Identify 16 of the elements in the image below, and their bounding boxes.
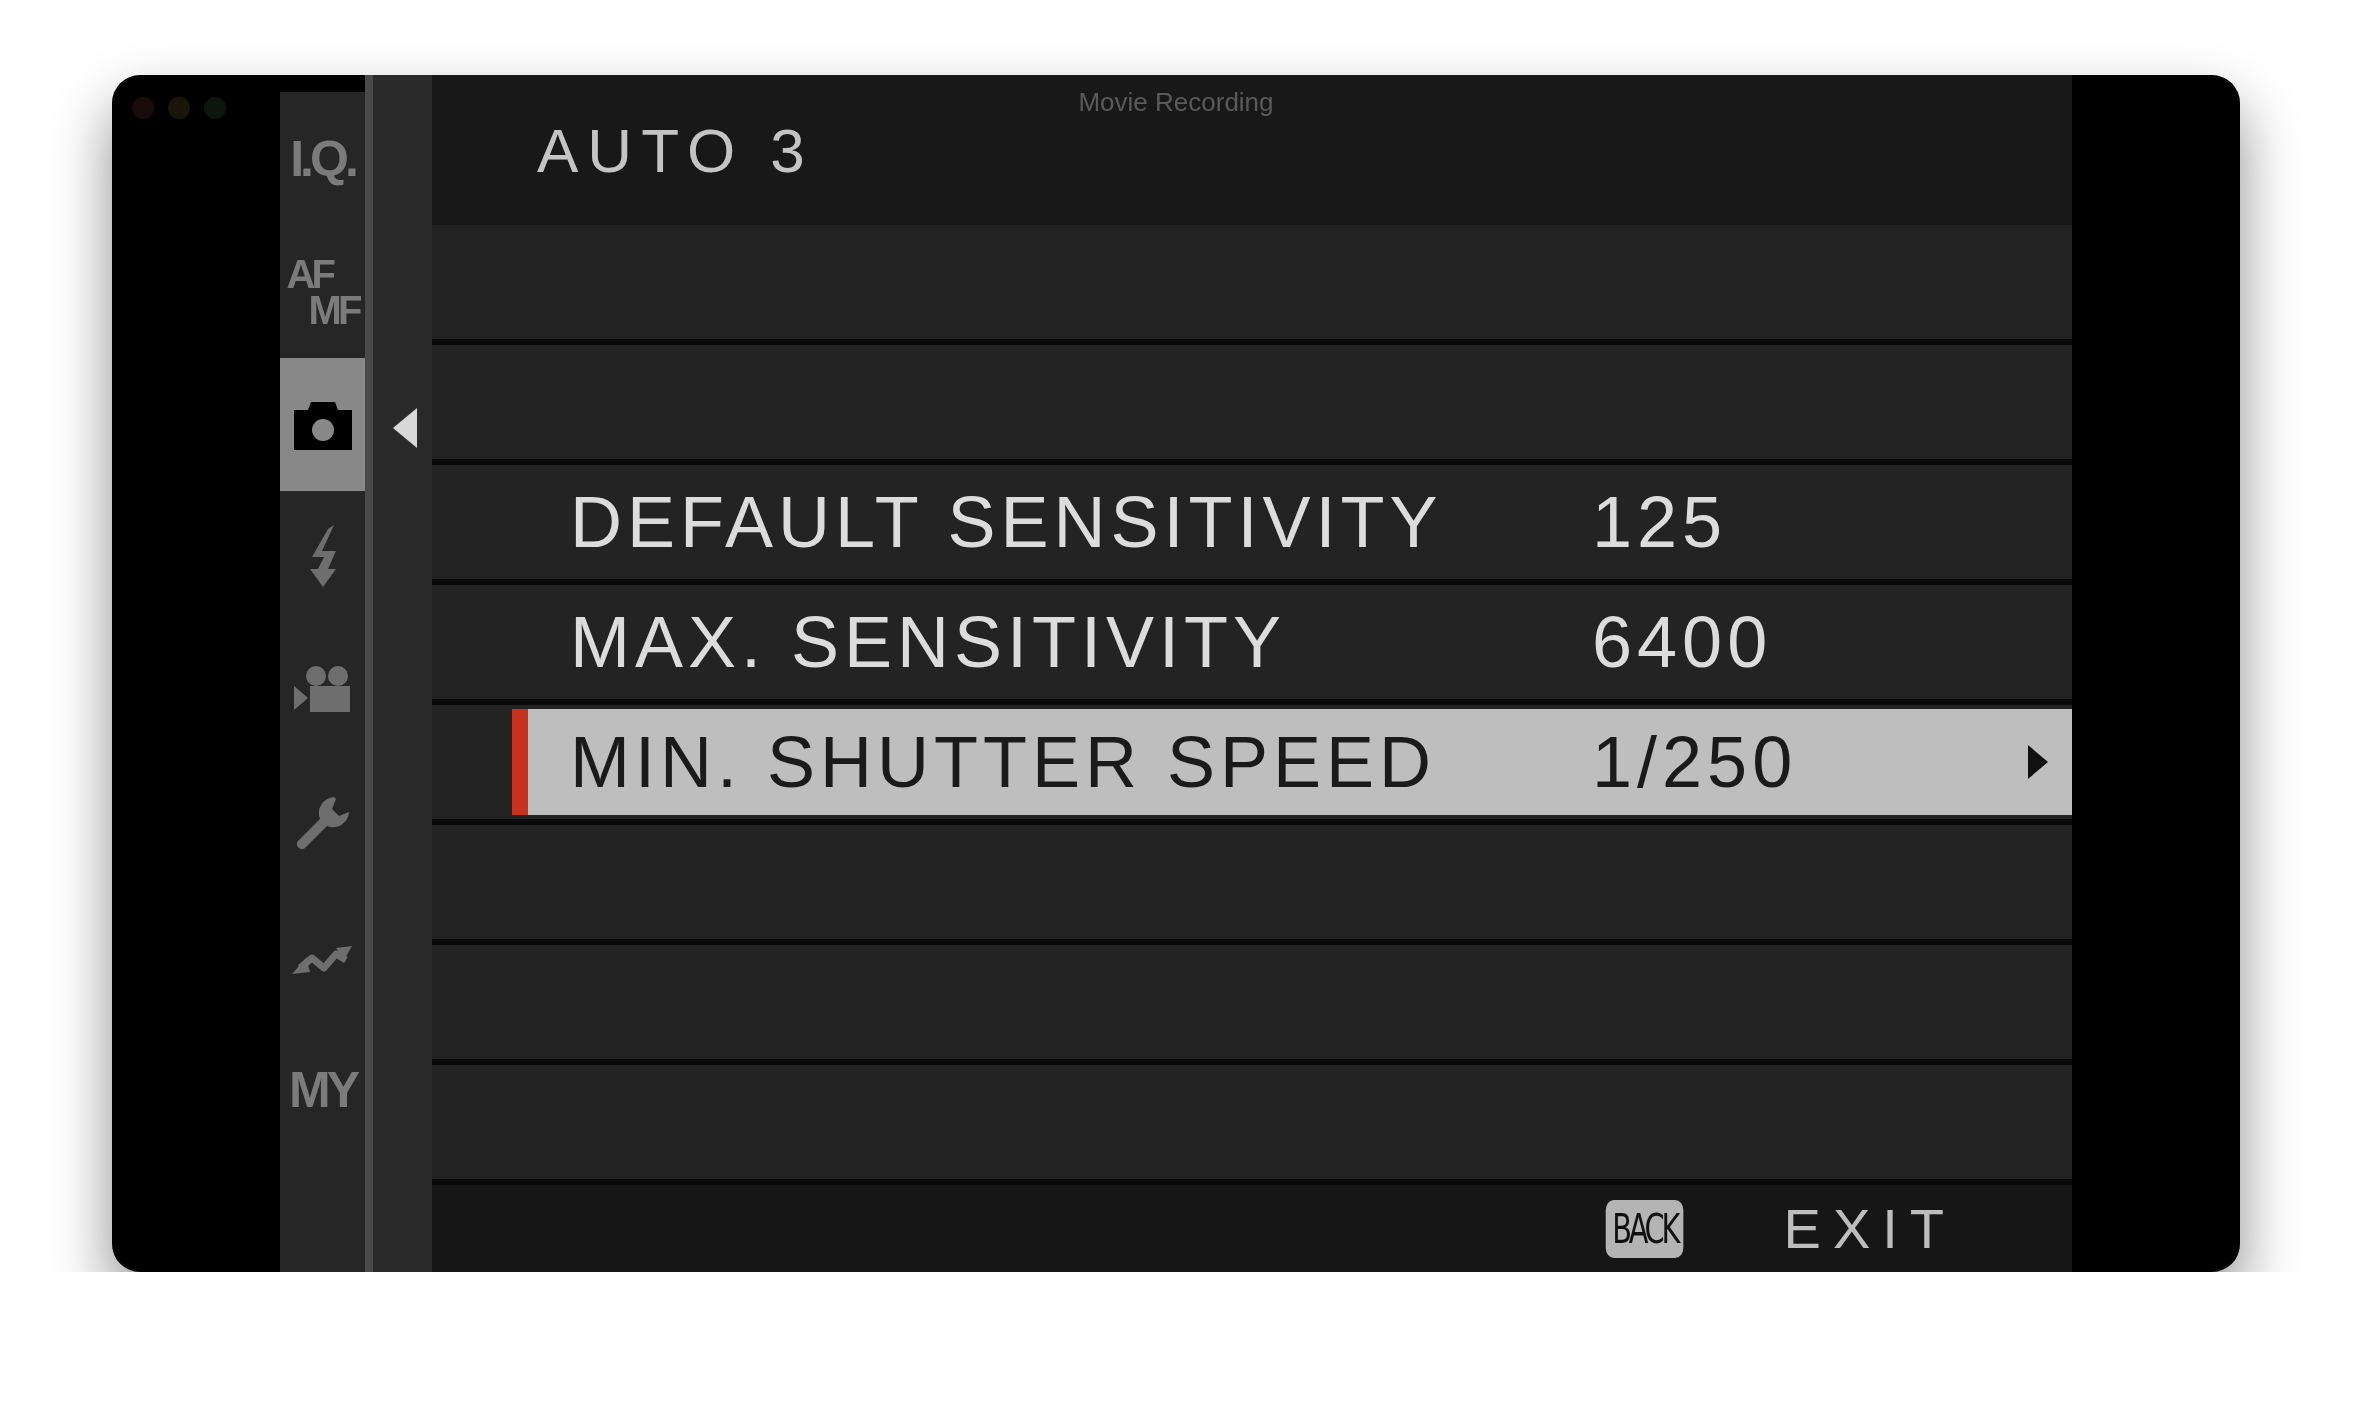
setting-value: 6400	[1592, 601, 1774, 683]
menu-row[interactable]: MIN. SHUTTER SPEED 1/250	[512, 709, 2072, 815]
back-key: BACK	[1605, 1199, 1684, 1258]
sidebar-tab[interactable]: MY	[280, 1023, 365, 1156]
left-triangle-icon	[393, 408, 417, 448]
setting-label: MAX. SENSITIVITY	[569, 601, 1288, 683]
setting-value: 1/250	[1592, 721, 1799, 803]
setting-label: MIN. SHUTTER SPEED	[569, 721, 1438, 803]
exit-label: EXIT	[1783, 1196, 1956, 1261]
sidebar-tab[interactable]: I.Q.	[280, 92, 365, 225]
window-title: Movie Recording	[1078, 87, 1274, 118]
sidebar-tab[interactable]: AF MF	[280, 225, 365, 358]
setting-label: DEFAULT SENSITIVITY	[569, 481, 1444, 563]
setting-value: 125	[1592, 481, 1729, 563]
sidebar-tab[interactable]	[280, 358, 365, 491]
menu-title: AUTO 3	[537, 114, 814, 186]
